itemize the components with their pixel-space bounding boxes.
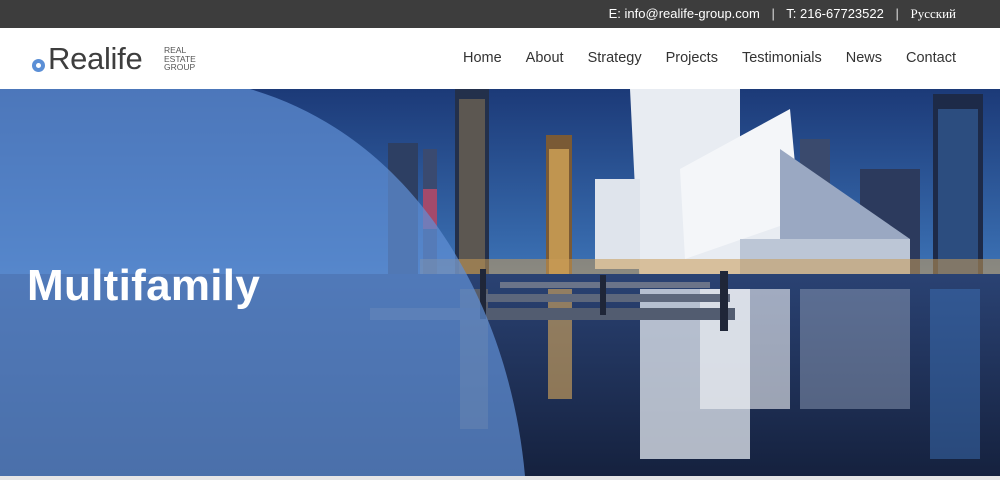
page-bottom-edge [0,476,1000,480]
hero-title: Multifamily [27,261,261,310]
logo-tagline: REAL ESTATE GROUP [164,46,214,72]
main-nav: Home About Strategy Projects Testimonial… [463,50,956,66]
logo-tagline-line: GROUP [164,62,196,72]
nav-projects[interactable]: Projects [666,50,718,66]
nav-contact[interactable]: Contact [906,50,956,66]
hero-banner: Multifamily [0,89,1000,476]
logo-dot-icon [32,59,45,72]
nav-testimonials[interactable]: Testimonials [742,50,822,66]
separator: | [771,6,775,21]
site-header: Realife REAL ESTATE GROUP Home About Str… [0,28,1000,89]
separator: | [895,6,899,21]
phone-link[interactable]: T: 216-67723522 [786,6,884,21]
language-switch-link[interactable]: Русский [911,6,957,21]
nav-home[interactable]: Home [463,50,502,66]
logo-wordmark: Realife [48,41,143,76]
top-contact-bar: E: info@realife-group.com | T: 216-67723… [0,0,1000,28]
nav-news[interactable]: News [846,50,882,66]
email-link[interactable]: E: info@realife-group.com [609,6,760,21]
nav-about[interactable]: About [526,50,564,66]
contact-info: E: info@realife-group.com | T: 216-67723… [609,6,956,22]
nav-strategy[interactable]: Strategy [588,50,642,66]
